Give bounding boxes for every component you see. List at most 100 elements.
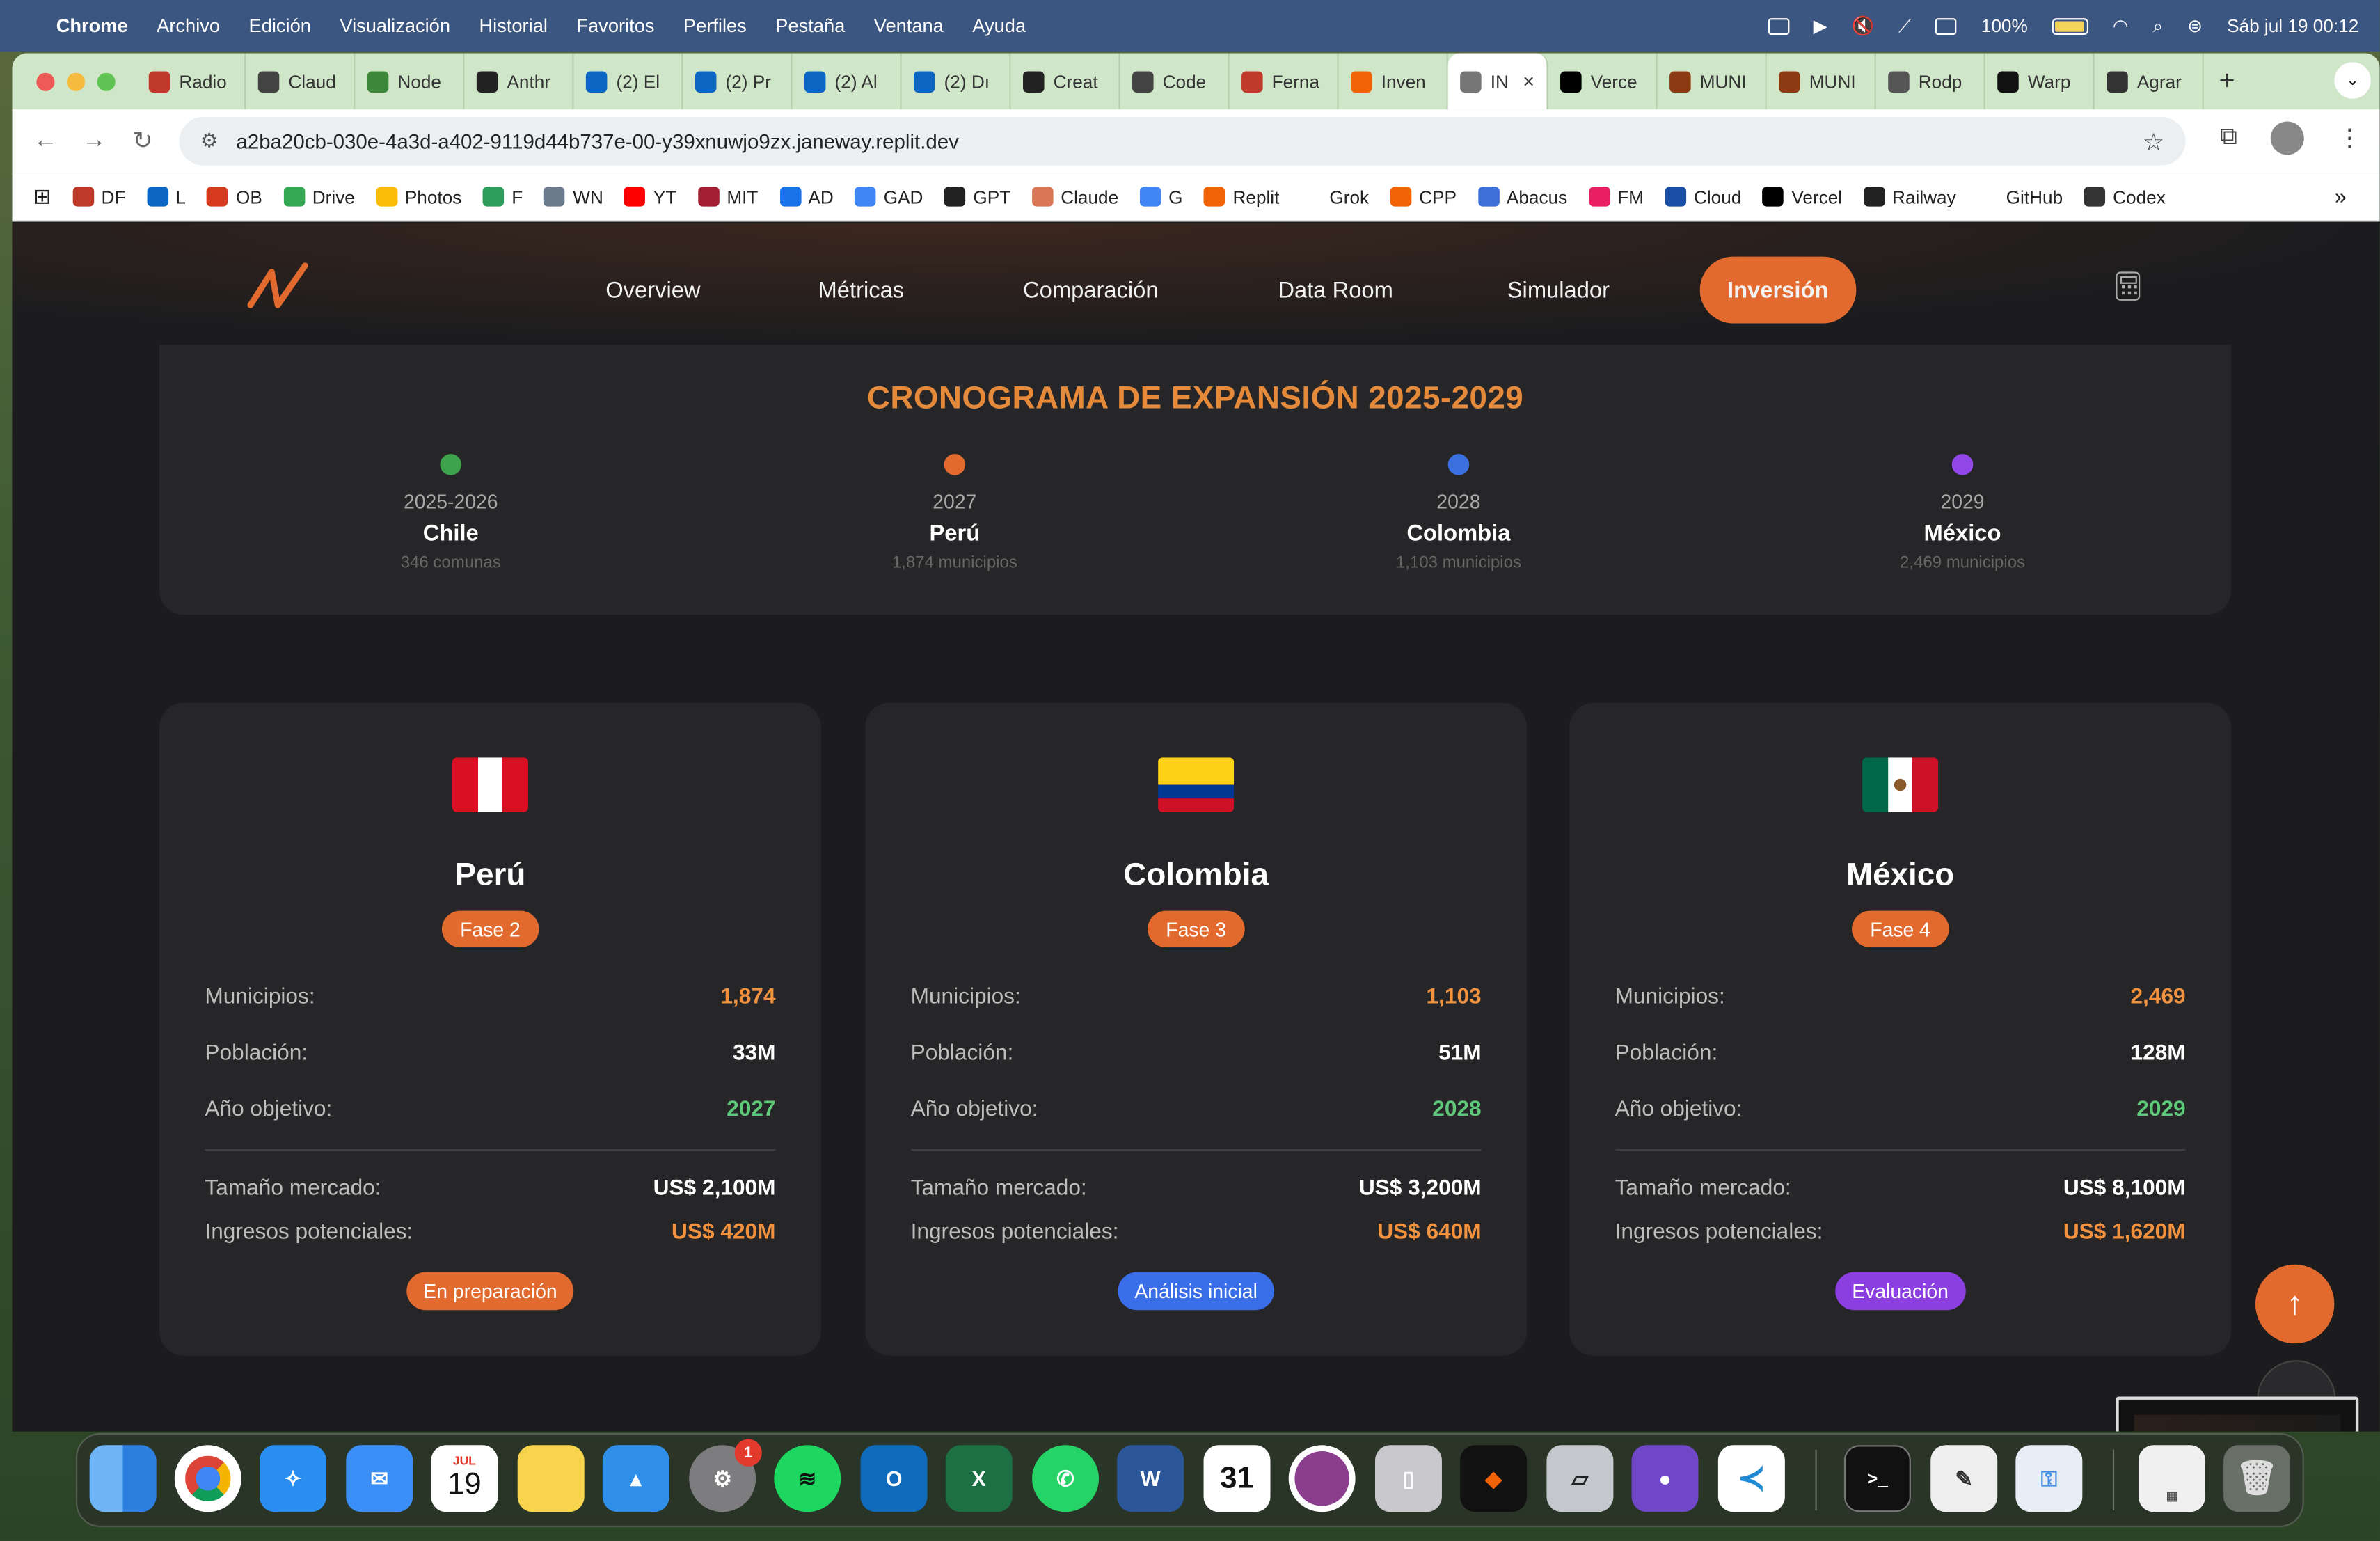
whatsapp-icon[interactable]: ✆: [1032, 1445, 1100, 1512]
tab-15[interactable]: MUNI: [1767, 53, 1876, 110]
nav-data-room[interactable]: Data Room: [1278, 257, 1393, 324]
outlook-icon[interactable]: O: [860, 1445, 928, 1512]
address-bar[interactable]: ⚙ a2ba20cb-030e-4a3d-a402-9119d44b737e-0…: [179, 116, 2186, 166]
bookmark-4[interactable]: Photos: [376, 186, 461, 207]
site-logo[interactable]: [244, 260, 317, 311]
menu-visualizacion[interactable]: Visualización: [340, 15, 450, 37]
passwords-icon[interactable]: ⚿: [2015, 1445, 2083, 1512]
bookmark-23[interactable]: Codex: [2084, 186, 2166, 207]
bookmark-star-icon[interactable]: ☆: [2143, 127, 2164, 158]
vscode-icon[interactable]: ≺: [1717, 1445, 1785, 1512]
calendar-app-icon[interactable]: 31: [1203, 1445, 1271, 1512]
reload-icon[interactable]: ↻: [118, 126, 167, 157]
mute-icon[interactable]: 🔇: [1852, 15, 1875, 37]
tab-13[interactable]: Verce: [1548, 53, 1658, 110]
back-icon[interactable]: ←: [22, 127, 70, 155]
tab-3[interactable]: Anthr: [464, 53, 574, 110]
tab-9[interactable]: Code: [1120, 53, 1230, 110]
tab-0[interactable]: Radio: [136, 53, 246, 110]
tab-16[interactable]: Rodp: [1876, 53, 1985, 110]
chrome-menu-icon[interactable]: ⋮: [2338, 123, 2362, 154]
tab-11[interactable]: Inven: [1339, 53, 1448, 110]
menu-perfiles[interactable]: Perfiles: [683, 15, 747, 37]
menu-ventana[interactable]: Ventana: [874, 15, 944, 37]
safari-icon[interactable]: ✧: [259, 1445, 326, 1512]
menu-edicion[interactable]: Edición: [249, 15, 311, 37]
bookmark-17[interactable]: Abacus: [1477, 186, 1567, 207]
iphone-mirroring-icon[interactable]: ▯: [1374, 1445, 1442, 1512]
parallels-icon[interactable]: ▱: [1546, 1445, 1614, 1512]
bookmark-8[interactable]: MIT: [697, 186, 758, 207]
circle-app-icon[interactable]: [1288, 1445, 1356, 1512]
scroll-up-button[interactable]: ↑: [2255, 1264, 2335, 1344]
bookmark-13[interactable]: G: [1139, 186, 1183, 207]
keynote-icon[interactable]: ▴: [602, 1445, 669, 1512]
clock[interactable]: Sáb jul 19 00:12: [2227, 15, 2358, 37]
bookmark-10[interactable]: GAD: [855, 186, 923, 207]
notes-icon[interactable]: [517, 1445, 585, 1512]
tab-18[interactable]: Agrar: [2095, 53, 2204, 110]
menu-historial[interactable]: Historial: [479, 15, 547, 37]
bookmark-11[interactable]: GPT: [944, 186, 1010, 207]
profile-avatar[interactable]: [2270, 121, 2304, 155]
tab-1[interactable]: Claud: [246, 53, 356, 110]
replit-icon[interactable]: ◆: [1460, 1445, 1528, 1512]
maximize-window-button[interactable]: [97, 72, 116, 90]
calculator-icon[interactable]: [2116, 271, 2141, 301]
tab-2[interactable]: Node: [355, 53, 465, 110]
spotlight-icon[interactable]: ⌕: [2153, 15, 2164, 38]
bookmark-0[interactable]: DF: [72, 186, 125, 207]
tab-4[interactable]: (2) El: [573, 53, 683, 110]
tab-14[interactable]: MUNI: [1658, 53, 1767, 110]
control-center-icon[interactable]: ⊜: [2187, 15, 2203, 37]
new-tab-button[interactable]: +: [2219, 65, 2235, 97]
bookmark-16[interactable]: CPP: [1390, 186, 1457, 207]
bookmark-20[interactable]: Vercel: [1762, 186, 1842, 207]
window-status-icon[interactable]: [1935, 17, 1957, 35]
xlsx-file-icon[interactable]: ▦: [2139, 1445, 2205, 1512]
screenshot-thumbnail[interactable]: [2116, 1396, 2359, 1432]
minimize-window-button[interactable]: [66, 72, 86, 90]
bookmark-19[interactable]: Cloud: [1665, 186, 1741, 207]
battery-icon[interactable]: [2052, 17, 2088, 35]
bookmark-12[interactable]: Claude: [1031, 186, 1118, 207]
finder-icon[interactable]: [89, 1445, 157, 1512]
play-status-icon[interactable]: ▶: [1814, 15, 1827, 37]
nav-comparacion[interactable]: Comparación: [1023, 257, 1159, 324]
tab-17[interactable]: Warp: [1985, 53, 2095, 110]
tab-search-button[interactable]: ⌄: [2334, 62, 2371, 99]
drive-status-icon[interactable]: [1768, 17, 1789, 35]
bookmark-22[interactable]: GitHub: [1977, 186, 2063, 207]
word-icon[interactable]: W: [1117, 1445, 1184, 1512]
menu-archivo[interactable]: Archivo: [157, 15, 220, 37]
tab-8[interactable]: Creat: [1011, 53, 1120, 110]
nav-inversion[interactable]: Inversión: [1699, 256, 1856, 324]
extensions-icon[interactable]: ⧉: [2220, 125, 2237, 152]
apps-grid-icon[interactable]: ⊞: [33, 184, 51, 210]
bookmark-7[interactable]: YT: [624, 186, 676, 207]
more-bookmarks-icon[interactable]: »: [2335, 184, 2347, 208]
textedit-icon[interactable]: ✎: [1930, 1445, 1998, 1512]
bookmark-14[interactable]: Replit: [1204, 186, 1279, 207]
menu-favoritos[interactable]: Favoritos: [576, 15, 654, 37]
menu-app-name[interactable]: Chrome: [56, 15, 128, 37]
tab-5[interactable]: (2) Pr: [683, 53, 793, 110]
bookmark-21[interactable]: Railway: [1863, 186, 1956, 207]
tab-6[interactable]: (2) Al: [792, 53, 902, 110]
menu-pestana[interactable]: Pestaña: [775, 15, 845, 37]
tab-10[interactable]: Ferna: [1230, 53, 1339, 110]
excel-icon[interactable]: X: [945, 1445, 1013, 1512]
bookmark-1[interactable]: L: [146, 186, 186, 207]
nav-overview[interactable]: Overview: [605, 257, 700, 324]
bookmark-2[interactable]: OB: [207, 186, 262, 207]
site-info-icon[interactable]: ⚙: [200, 129, 218, 153]
trash-icon[interactable]: 🗑: [2223, 1445, 2291, 1512]
terminal-icon[interactable]: >_: [1843, 1445, 1911, 1512]
pencil-status-icon[interactable]: ⟋: [1898, 15, 1911, 38]
nav-metricas[interactable]: Métricas: [818, 257, 905, 324]
forward-icon[interactable]: →: [70, 127, 118, 155]
url-text[interactable]: a2ba20cb-030e-4a3d-a402-9119d44b737e-00-…: [236, 129, 958, 152]
github-desktop-icon[interactable]: ●: [1631, 1445, 1699, 1512]
bookmark-9[interactable]: AD: [779, 186, 834, 207]
calendar-icon[interactable]: JUL 19: [431, 1445, 498, 1512]
